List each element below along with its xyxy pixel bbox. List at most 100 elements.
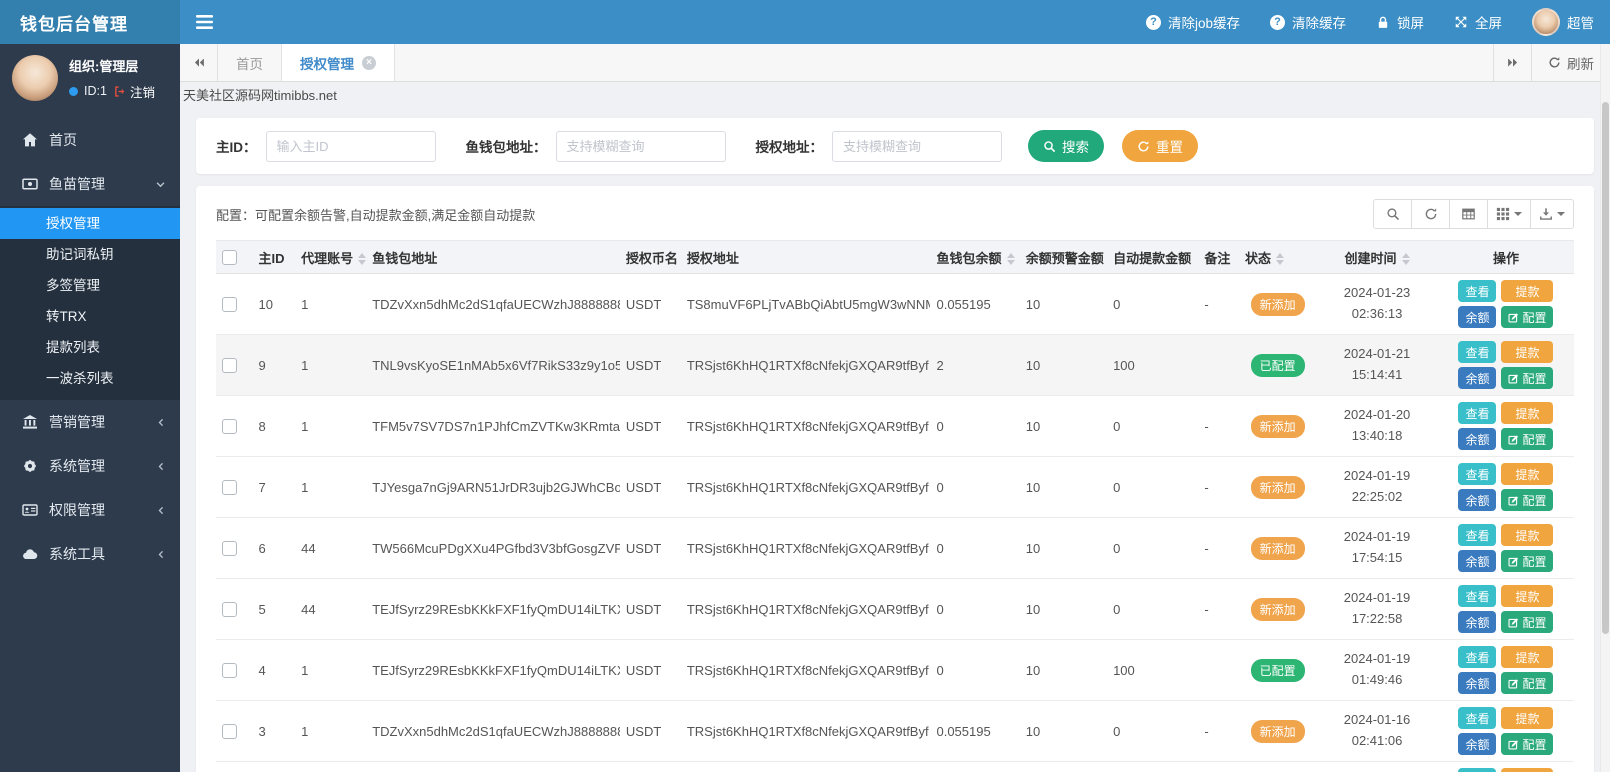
toolbar-columns-button[interactable] <box>1487 199 1531 229</box>
row-checkbox[interactable] <box>222 480 237 496</box>
config-button[interactable]: 配置 <box>1501 367 1554 389</box>
table-row[interactable]: 7 1 TJYesga7nGj9ARN51JrDR3ujb2GJWhCBoK U… <box>216 456 1574 518</box>
tabs-scroll-right-button[interactable] <box>1493 44 1531 81</box>
view-button[interactable]: 查看 <box>1458 341 1497 363</box>
sort-icon[interactable] <box>1401 253 1410 266</box>
column-header-1[interactable]: 代理账号 <box>295 240 367 274</box>
withdraw-button[interactable]: 提款 <box>1501 402 1554 424</box>
sort-icon[interactable] <box>358 253 367 266</box>
row-checkbox[interactable] <box>222 358 237 374</box>
sidebar-item-withdraw-list[interactable]: 提款列表 <box>0 332 180 363</box>
scrollbar-thumb[interactable] <box>1602 102 1609 634</box>
column-header-10[interactable]: 创建时间 <box>1316 240 1438 274</box>
withdraw-button[interactable]: 提款 <box>1501 585 1554 607</box>
clear-job-cache-button[interactable]: 清除job缓存 <box>1145 12 1240 32</box>
balance-button[interactable]: 余额 <box>1458 672 1497 694</box>
config-button[interactable]: 配置 <box>1501 672 1554 694</box>
toolbar-search-button[interactable] <box>1373 199 1412 229</box>
config-button[interactable]: 配置 <box>1501 611 1554 633</box>
sidebar-item-marketing[interactable]: 营销管理 <box>0 400 180 444</box>
sidebar-item-permission-management[interactable]: 权限管理 <box>0 488 180 532</box>
view-button[interactable]: 查看 <box>1458 585 1497 607</box>
lock-screen-button[interactable]: 锁屏 <box>1376 12 1424 32</box>
config-button[interactable]: 配置 <box>1501 733 1554 755</box>
sidebar-item-home[interactable]: 首页 <box>0 118 180 162</box>
sidebar-item-multisig[interactable]: 多签管理 <box>0 270 180 301</box>
table-row[interactable]: 4 1 TEJfSyrz29REsbKKkFXF1fyQmDU14iLTKX U… <box>216 639 1574 701</box>
fullscreen-button[interactable]: 全屏 <box>1454 12 1502 32</box>
withdraw-button[interactable]: 提款 <box>1501 463 1554 485</box>
row-checkbox[interactable] <box>222 297 237 313</box>
table-row[interactable]: 10 1 TDZvXxn5dhMc2dS1qfaUECWzhJ88888888 … <box>216 273 1574 335</box>
view-button[interactable]: 查看 <box>1458 402 1497 424</box>
row-checkbox[interactable] <box>222 724 237 740</box>
table-row[interactable]: 6 44 TW566McuPDgXXu4PGfbd3V3bfGosgZVPfq … <box>216 517 1574 579</box>
tabs-scroll-left-button[interactable] <box>180 44 218 81</box>
search-button[interactable]: 搜索 <box>1028 130 1104 162</box>
view-button[interactable]: 查看 <box>1458 707 1497 729</box>
tab-close-icon[interactable] <box>362 55 376 70</box>
row-checkbox[interactable] <box>222 663 237 679</box>
toolbar-refresh-button[interactable] <box>1411 199 1450 229</box>
sidebar-item-system-management[interactable]: 系统管理 <box>0 444 180 488</box>
sidebar-item-onewave-list[interactable]: 一波杀列表 <box>0 363 180 394</box>
column-header-5[interactable]: 鱼钱包余额 <box>930 240 1020 274</box>
sort-icon[interactable] <box>1276 253 1285 266</box>
table-row[interactable]: 9 1 TNL9vsKyoSE1nMAb5x6Vf7RikS33z9y1o5 U… <box>216 334 1574 396</box>
config-button[interactable]: 配置 <box>1501 489 1554 511</box>
sidebar-item-transfer-trx[interactable]: 转TRX <box>0 301 180 332</box>
view-button[interactable]: 查看 <box>1458 646 1497 668</box>
vertical-scrollbar[interactable] <box>1600 44 1610 772</box>
sidebar-item-system-tools[interactable]: 系统工具 <box>0 532 180 576</box>
sidebar-item-mnemonic-keys[interactable]: 助记词私钥 <box>0 239 180 270</box>
auth-address-input[interactable] <box>832 130 1002 162</box>
logout-button[interactable]: 注销 <box>113 82 155 101</box>
balance-button[interactable]: 余额 <box>1458 550 1497 572</box>
balance-button[interactable]: 余额 <box>1458 306 1497 328</box>
cell-actions: 查看 提款 余额 配置 <box>1437 273 1574 335</box>
withdraw-button[interactable]: 提款 <box>1501 768 1554 772</box>
refresh-tab-button[interactable]: 刷新 <box>1531 44 1610 81</box>
sidebar-item-auth-management[interactable]: 授权管理 <box>0 208 180 239</box>
sidebar-toggle-button[interactable] <box>180 0 228 44</box>
row-checkbox[interactable] <box>222 541 237 557</box>
toolbar-table-view-button[interactable] <box>1449 199 1488 229</box>
table-row[interactable]: 3 1 TDZvXxn5dhMc2dS1qfaUECWzhJ88888888 U… <box>216 700 1574 762</box>
clear-cache-button[interactable]: 清除缓存 <box>1270 12 1346 32</box>
toolbar-export-button[interactable] <box>1530 199 1574 229</box>
user-menu[interactable]: 超管 <box>1532 8 1594 36</box>
withdraw-button[interactable]: 提款 <box>1501 524 1554 546</box>
balance-button[interactable]: 余额 <box>1458 733 1497 755</box>
balance-button[interactable]: 余额 <box>1458 367 1497 389</box>
tab-home[interactable]: 首页 <box>218 44 282 81</box>
balance-button[interactable]: 余额 <box>1458 611 1497 633</box>
select-all-checkbox[interactable] <box>222 250 237 266</box>
fish-wallet-input[interactable] <box>555 130 726 162</box>
view-button[interactable]: 查看 <box>1458 280 1497 302</box>
cell-auto-withdraw-amount: 0 <box>1107 517 1199 579</box>
withdraw-button[interactable]: 提款 <box>1501 341 1554 363</box>
view-button[interactable]: 查看 <box>1458 524 1497 546</box>
row-checkbox[interactable] <box>222 419 237 435</box>
sidebar-item-fish-management[interactable]: 鱼苗管理 <box>0 162 180 206</box>
row-checkbox[interactable] <box>222 602 237 618</box>
reset-button[interactable]: 重置 <box>1122 130 1198 162</box>
table-row[interactable]: 5 44 TEJfSyrz29REsbKKkFXF1fyQmDU14iLTKX … <box>216 578 1574 640</box>
config-button[interactable]: 配置 <box>1501 306 1554 328</box>
withdraw-button[interactable]: 提款 <box>1501 646 1554 668</box>
balance-button[interactable]: 余额 <box>1458 428 1497 450</box>
view-button[interactable]: 查看 <box>1458 768 1497 772</box>
sort-icon[interactable] <box>1006 253 1015 266</box>
withdraw-button[interactable]: 提款 <box>1501 280 1554 302</box>
tab-label: 授权管理 <box>300 56 354 72</box>
tab-auth-management[interactable]: 授权管理 <box>282 44 395 81</box>
withdraw-button[interactable]: 提款 <box>1501 707 1554 729</box>
config-button[interactable]: 配置 <box>1501 550 1554 572</box>
balance-button[interactable]: 余额 <box>1458 489 1497 511</box>
config-button[interactable]: 配置 <box>1501 428 1554 450</box>
column-header-9[interactable]: 状态 <box>1239 240 1317 274</box>
table-row[interactable]: 2 1 TLJ9ogmie7n2erv8A6ny9bVENVn1UVXPKY U… <box>216 761 1574 772</box>
view-button[interactable]: 查看 <box>1458 463 1497 485</box>
main-id-input[interactable] <box>265 130 436 162</box>
table-row[interactable]: 8 1 TFM5v7SV7DS7n1PJhfCmZVTKw3KRmtawnp U… <box>216 395 1574 457</box>
